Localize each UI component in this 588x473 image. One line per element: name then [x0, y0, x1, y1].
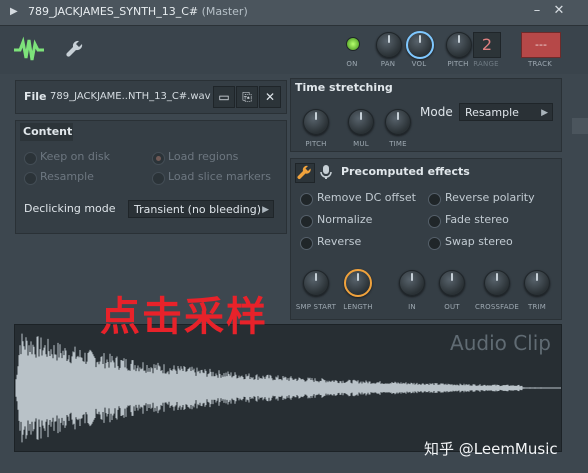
window-title: 789_JACKJAMES_SYNTH_13_C# (Master): [28, 5, 248, 18]
file-name[interactable]: 789_JACKJAME..NTH_13_C#.wav: [50, 91, 211, 102]
wrench-tab-icon[interactable]: [64, 38, 86, 60]
precomputed-effects-title: Precomputed effects: [341, 165, 470, 178]
precomputed-effects-panel: Precomputed effects Remove DC offset Rev…: [290, 158, 562, 320]
range-display[interactable]: 2: [473, 32, 501, 58]
menu-arrow-icon[interactable]: ▶: [10, 6, 18, 17]
wave-tab-icon[interactable]: [12, 36, 46, 64]
time-stretching-panel: Time stretching PITCH MUL TIME Mode Resa…: [290, 78, 562, 152]
content-panel: Content Keep on disk Load regions Resamp…: [15, 120, 287, 234]
reverse-radio[interactable]: [300, 237, 313, 250]
side-handle[interactable]: [572, 118, 588, 134]
smp-start-knob[interactable]: [303, 270, 329, 296]
pitch-knob[interactable]: [446, 32, 472, 58]
normalize-radio[interactable]: [300, 215, 313, 228]
waveform-watermark: Audio Clip: [450, 331, 551, 355]
open-folder-icon[interactable]: ▭: [213, 86, 235, 108]
range-label: RANGE: [473, 60, 499, 68]
out-knob[interactable]: [439, 270, 465, 296]
declicking-mode-dropdown[interactable]: Transient (no bleeding) ▶: [128, 200, 274, 218]
keep-on-disk-radio[interactable]: [24, 152, 37, 165]
swap-stereo-radio[interactable]: [428, 237, 441, 250]
wrench-icon[interactable]: [295, 163, 315, 183]
ts-time-label: TIME: [389, 140, 407, 148]
in-knob[interactable]: [399, 270, 425, 296]
file-panel: File 789_JACKJAME..NTH_13_C#.wav ▭ ⎘ ✕: [15, 80, 287, 114]
ts-time-knob[interactable]: [385, 109, 411, 135]
title-bar[interactable]: ▶ 789_JACKJAMES_SYNTH_13_C# (Master) – ✕: [0, 0, 588, 26]
resample-radio[interactable]: [24, 172, 37, 185]
track-label: TRACK: [528, 60, 552, 68]
remove-dc-offset-radio[interactable]: [300, 193, 313, 206]
swap-stereo-label: Swap stereo: [445, 235, 513, 248]
window-title-subtitle: (Master): [201, 5, 248, 18]
load-slice-markers-radio[interactable]: [152, 172, 165, 185]
length-label: LENGTH: [343, 303, 373, 311]
length-knob[interactable]: [344, 269, 372, 297]
remove-file-icon[interactable]: ✕: [259, 86, 281, 108]
channel-toolbar: ON PAN VOL PITCH 2 RANGE --- TRACK: [0, 26, 588, 74]
trim-label: TRIM: [527, 303, 547, 311]
annotation-text: 点击采样: [100, 294, 268, 340]
remove-dc-offset-label: Remove DC offset: [317, 191, 416, 204]
mode-label: Mode: [420, 105, 453, 119]
mode-value: Resample: [465, 106, 519, 119]
file-label: File: [24, 90, 47, 103]
window-title-name: 789_JACKJAMES_SYNTH_13_C#: [28, 5, 199, 18]
reload-file-icon[interactable]: ⎘: [236, 86, 258, 108]
time-stretching-title: Time stretching: [295, 81, 393, 94]
reverse-polarity-radio[interactable]: [428, 193, 441, 206]
dropdown-arrow-icon: ▶: [262, 205, 269, 215]
reverse-label: Reverse: [317, 235, 362, 248]
declicking-mode-value: Transient (no bleeding): [134, 203, 262, 216]
load-regions-radio[interactable]: [152, 152, 165, 165]
close-icon[interactable]: ✕: [552, 4, 566, 18]
resample-label: Resample: [40, 170, 94, 183]
trim-knob[interactable]: [524, 270, 550, 296]
waveform-display[interactable]: Audio Clip: [14, 324, 562, 452]
declicking-mode-label: Declicking mode: [24, 202, 116, 215]
normalize-label: Normalize: [317, 213, 373, 226]
minimize-icon[interactable]: –: [530, 4, 544, 18]
volume-knob[interactable]: [406, 31, 434, 59]
dropdown-arrow-icon: ▶: [541, 108, 548, 118]
load-slice-markers-label: Load slice markers: [168, 170, 272, 183]
keep-on-disk-label: Keep on disk: [40, 150, 111, 163]
load-regions-label: Load regions: [168, 150, 239, 163]
reverse-polarity-label: Reverse polarity: [445, 191, 535, 204]
content-title: Content: [20, 123, 73, 141]
pan-knob[interactable]: [376, 32, 402, 58]
ts-mul-knob[interactable]: [348, 109, 374, 135]
microphone-icon[interactable]: [319, 164, 333, 180]
fade-stereo-label: Fade stereo: [445, 213, 509, 226]
fade-stereo-radio[interactable]: [428, 215, 441, 228]
on-led[interactable]: [346, 37, 360, 51]
crossfade-knob[interactable]: [484, 270, 510, 296]
credit-watermark: 知乎 @LeemMusic: [424, 440, 558, 458]
track-selector[interactable]: ---: [521, 32, 561, 58]
mode-dropdown[interactable]: Resample ▶: [459, 103, 553, 121]
ts-pitch-knob[interactable]: [303, 109, 329, 135]
